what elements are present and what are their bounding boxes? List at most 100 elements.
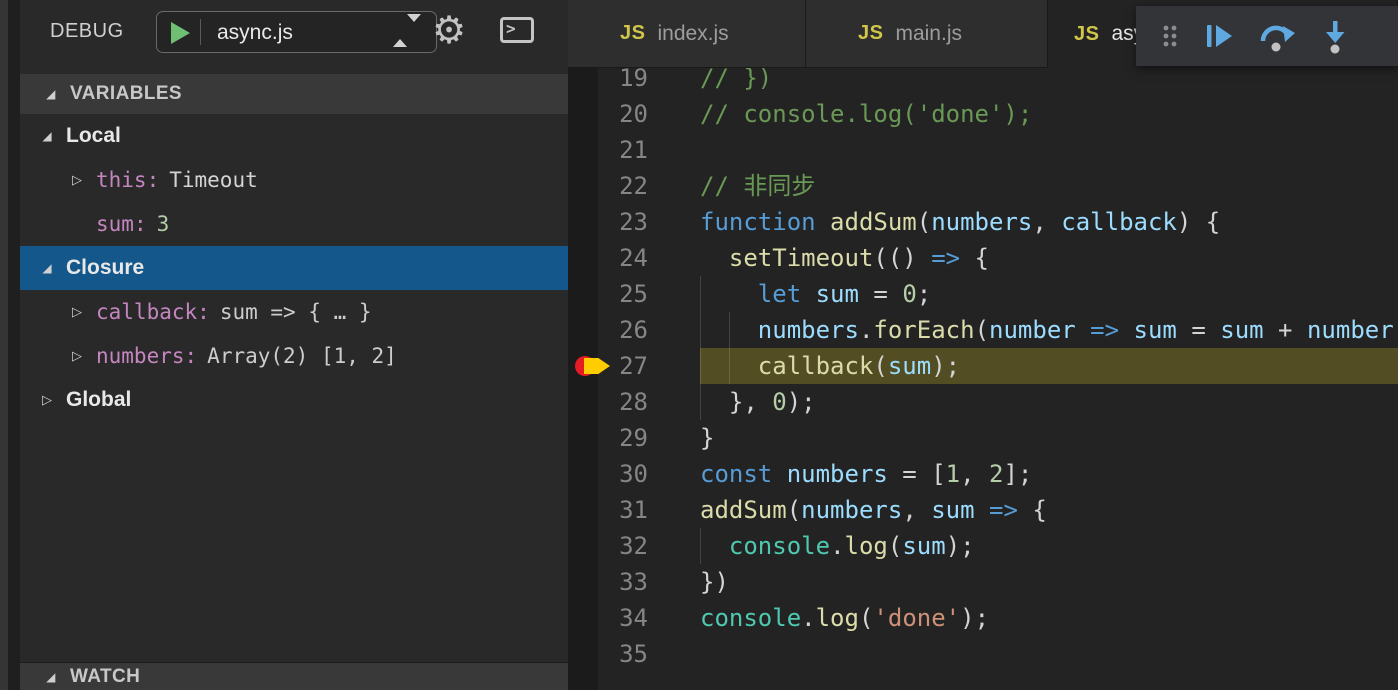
code-line-22[interactable]: 22 // 非同步 [568, 168, 1398, 204]
code-line-31[interactable]: 31 addSum(numbers, sum => { [568, 492, 1398, 528]
breakpoint-gutter[interactable] [568, 132, 598, 168]
expand-icon[interactable]: ▷ [68, 305, 86, 320]
code-token: log [844, 532, 888, 560]
toolbar-drag-handle-icon[interactable] [1150, 10, 1190, 62]
code-token: , [902, 496, 932, 524]
code-line-26[interactable]: 26 numbers.forEach(number => sum = sum +… [568, 312, 1398, 348]
code-text: numbers.forEach(number => sum = sum + nu… [700, 312, 1394, 348]
code-token: // }) [700, 64, 773, 92]
breakpoint-gutter[interactable] [568, 564, 598, 600]
step-into-button[interactable] [1306, 10, 1364, 62]
code-token: 1 [945, 460, 961, 488]
breakpoint-gutter[interactable] [568, 600, 598, 636]
breakpoint-gutter[interactable] [568, 492, 598, 528]
code-token: ( [887, 532, 903, 560]
code-text: }) [700, 564, 729, 600]
code-token: }) [700, 568, 729, 596]
breakpoint-gutter[interactable] [568, 240, 598, 276]
editor-pane[interactable]: 19// }) 20// console.log('done'); 21 22// 非… [568, 0, 1398, 690]
code-token: console [700, 604, 802, 632]
code-token: (() [873, 244, 932, 272]
gear-icon[interactable]: ⚙ [432, 8, 466, 52]
code-line-35[interactable]: 35 [568, 636, 1398, 672]
breakpoint-gutter[interactable] [568, 348, 610, 384]
launch-config-dropdown[interactable]: async.js [156, 11, 437, 53]
code-text: }, 0); [700, 384, 816, 420]
expand-icon[interactable]: ▷ [68, 173, 86, 188]
variable-name: callback [96, 300, 198, 324]
js-file-icon: JS [620, 22, 646, 44]
line-number: 26 [619, 316, 648, 344]
code-line-23[interactable]: 23 function addSum(numbers, callback) { [568, 204, 1398, 240]
code-token: 2 [989, 460, 1004, 488]
watch-section-header[interactable]: ◢ WATCH [20, 662, 568, 690]
breakpoint-gutter[interactable] [568, 456, 598, 492]
code-line-34[interactable]: 34 console.log('done'); [568, 600, 1398, 636]
scope-label: Local [66, 124, 121, 147]
code-line-20[interactable]: 20 // console.log('done'); [568, 96, 1398, 132]
breakpoint-gutter[interactable] [568, 384, 598, 420]
code-line-32[interactable]: 32 console.log(sum); [568, 528, 1398, 564]
variables-section-label: VARIABLES [70, 83, 182, 104]
dropdown-spinner-icon[interactable] [393, 14, 421, 47]
variable-this[interactable]: ▷ this: Timeout [20, 158, 568, 202]
scope-closure[interactable]: ◢ Closure [20, 246, 568, 290]
code-token: 0 [772, 388, 787, 416]
code-token: sum [931, 496, 975, 524]
breakpoint-gutter[interactable] [568, 636, 598, 672]
code-token: , [1032, 208, 1062, 236]
variable-name: sum [96, 212, 134, 236]
variable-sum[interactable]: sum:3 [20, 202, 568, 246]
collapse-icon[interactable]: ◢ [42, 670, 60, 684]
debug-title: DEBUG [50, 20, 124, 42]
code-line-21[interactable]: 21 [568, 132, 1398, 168]
expand-icon[interactable]: ▷ [38, 393, 56, 408]
code-text: setTimeout(() => { [700, 240, 989, 276]
code-token: sum [887, 352, 932, 380]
collapse-icon[interactable]: ◢ [42, 87, 60, 101]
code-token: } [700, 424, 715, 452]
step-over-button[interactable] [1248, 10, 1306, 62]
code-line-28[interactable]: 28 }, 0); [568, 384, 1398, 420]
code-token: numbers [931, 208, 1033, 236]
scope-label: Global [66, 388, 132, 411]
code-token: sum [902, 532, 946, 560]
scope-global[interactable]: ▷ Global [20, 378, 568, 422]
code-line-24[interactable]: 24 setTimeout(() => { [568, 240, 1398, 276]
code-line-30[interactable]: 30 const numbers = [1, 2]; [568, 456, 1398, 492]
breakpoint-gutter[interactable] [568, 96, 598, 132]
breakpoint-gutter[interactable] [568, 168, 598, 204]
code-token: ); [960, 604, 990, 632]
breakpoint-gutter[interactable] [568, 204, 598, 240]
line-number: 25 [619, 280, 648, 308]
code-line-25[interactable]: 25 let sum = 0; [568, 276, 1398, 312]
scope-label: Closure [66, 256, 145, 279]
debug-console-icon[interactable]: > [500, 17, 534, 43]
variable-callback[interactable]: ▷ callback: sum => { … } [20, 290, 568, 334]
breakpoint-gutter[interactable] [568, 420, 598, 456]
breakpoint-gutter[interactable] [568, 528, 598, 564]
tab-main.js[interactable]: JS main.js [806, 0, 1048, 68]
code-line-33[interactable]: 33}) [568, 564, 1398, 600]
breakpoint-gutter[interactable] [568, 312, 598, 348]
step-over-icon [1260, 25, 1295, 52]
variable-separator: : [184, 344, 198, 368]
variable-numbers[interactable]: ▷ numbers: Array(2) [1, 2] [20, 334, 568, 378]
line-number: 23 [619, 208, 648, 236]
code-token: = [1176, 316, 1221, 344]
continue-button[interactable] [1190, 10, 1248, 62]
collapse-icon[interactable]: ◢ [38, 129, 56, 143]
code-line-27[interactable]: 27 callback(sum); [568, 348, 1398, 384]
scope-local[interactable]: ◢ Local [20, 114, 568, 158]
tab-index.js[interactable]: JS index.js [568, 0, 806, 68]
start-debug-icon[interactable] [171, 22, 190, 44]
line-number: 29 [619, 424, 648, 452]
breakpoint-gutter[interactable] [568, 276, 598, 312]
expand-icon[interactable]: ▷ [68, 349, 86, 364]
variables-section-header[interactable]: ◢ VARIABLES [20, 74, 568, 114]
collapse-icon[interactable]: ◢ [38, 261, 56, 275]
code-line-29[interactable]: 29} [568, 420, 1398, 456]
